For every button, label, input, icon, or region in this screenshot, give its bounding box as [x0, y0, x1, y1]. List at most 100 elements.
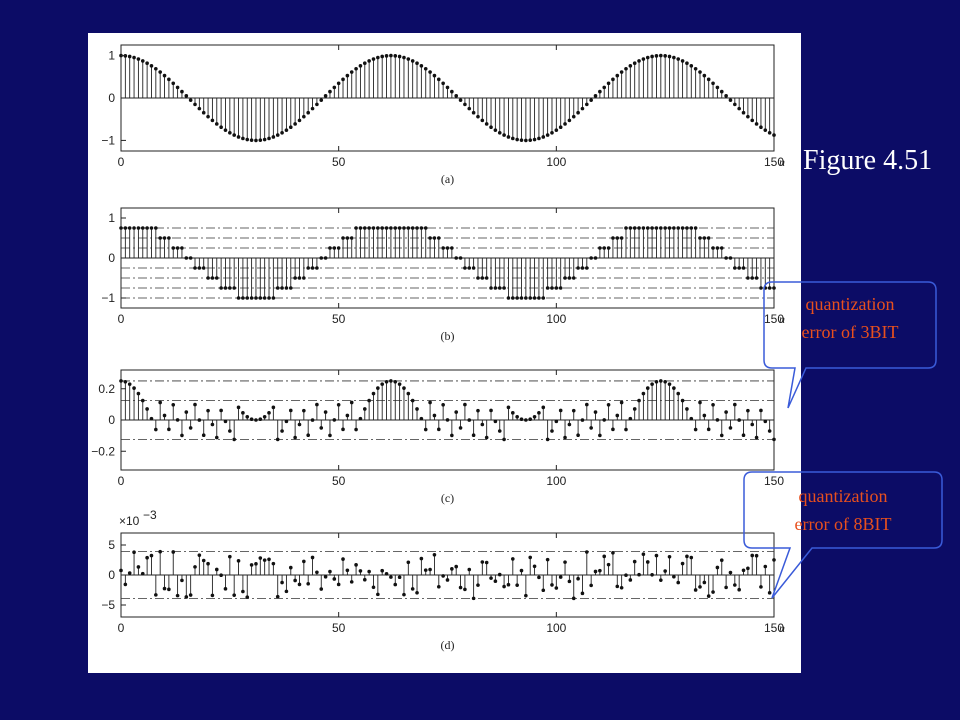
stem-marker	[376, 386, 380, 390]
stem-marker	[219, 125, 223, 130]
stem-marker	[667, 226, 672, 230]
stem-marker	[297, 118, 302, 123]
stem-marker	[746, 566, 750, 571]
stem-marker	[254, 562, 258, 566]
stem-marker	[219, 408, 223, 413]
stem-marker	[676, 391, 681, 396]
stem-marker	[711, 81, 715, 86]
stem-marker	[571, 408, 576, 413]
stem-marker	[284, 286, 289, 290]
stem-marker	[349, 400, 354, 405]
stem-marker	[680, 59, 685, 63]
stem-marker	[323, 256, 328, 260]
stem-marker	[563, 122, 567, 126]
stem-marker	[332, 85, 337, 90]
stem-marker	[432, 413, 437, 418]
stem-marker	[689, 555, 694, 560]
stem-marker	[275, 594, 280, 599]
stem-marker	[149, 416, 154, 421]
stem-marker	[415, 61, 419, 65]
stem-marker	[328, 569, 332, 574]
stem-marker	[349, 580, 354, 584]
stem-marker	[450, 89, 454, 94]
stem-marker	[493, 579, 498, 584]
stem-marker	[214, 122, 219, 126]
stem-marker	[349, 70, 354, 74]
stem-marker	[267, 557, 271, 562]
stem-marker	[580, 266, 585, 270]
stem-marker	[275, 286, 280, 290]
stem-marker	[310, 418, 315, 422]
stem-marker	[410, 587, 415, 591]
stem-marker	[463, 102, 467, 107]
stem-marker	[759, 125, 763, 130]
stem-marker	[267, 136, 271, 141]
stem-marker	[123, 582, 128, 587]
stem-marker	[432, 73, 437, 78]
stem-marker	[241, 589, 245, 594]
stem-marker	[750, 422, 755, 427]
stem-marker	[249, 417, 254, 421]
stem-marker	[706, 427, 711, 432]
stem-marker	[497, 429, 502, 433]
xtick-label: 100	[546, 474, 566, 488]
stem-marker	[728, 256, 733, 260]
stem-marker	[615, 73, 620, 78]
stem-marker	[606, 562, 611, 567]
stem-marker	[754, 553, 759, 558]
stem-marker	[632, 226, 637, 230]
stem-marker	[576, 266, 580, 270]
stem-marker	[258, 417, 263, 421]
stem-marker	[576, 433, 580, 438]
stem-marker	[384, 379, 389, 384]
stem-marker	[611, 427, 615, 432]
stem-marker	[136, 565, 141, 569]
stem-marker	[145, 61, 149, 65]
stem-marker	[380, 226, 385, 230]
stem-marker	[262, 415, 267, 419]
stem-marker	[328, 433, 332, 438]
stem-marker	[302, 559, 306, 564]
stem-marker	[193, 266, 197, 270]
stem-marker	[323, 574, 328, 579]
stem-marker	[136, 57, 141, 61]
stem-marker	[445, 246, 450, 250]
stem-marker	[236, 405, 241, 410]
stem-marker	[445, 85, 450, 90]
stem-marker	[175, 85, 180, 90]
stem-marker	[719, 246, 724, 250]
stem-marker	[476, 408, 480, 413]
stem-marker	[262, 558, 267, 562]
stem-marker	[593, 94, 598, 98]
stem-marker	[550, 583, 554, 587]
stem-marker	[715, 565, 720, 570]
stem-marker	[154, 226, 158, 230]
stem-marker	[654, 379, 659, 384]
stem-marker	[685, 61, 689, 65]
stem-marker	[563, 276, 567, 280]
stem-marker	[249, 138, 254, 142]
stem-marker	[619, 70, 624, 74]
stem-marker	[332, 577, 337, 581]
stem-marker	[632, 61, 637, 65]
stem-marker	[467, 418, 472, 422]
stem-marker	[245, 415, 250, 419]
stem-marker	[254, 296, 258, 300]
stem-marker	[532, 296, 537, 300]
stem-marker	[471, 596, 476, 601]
stem-marker	[585, 266, 589, 270]
stem-marker	[328, 246, 332, 250]
stem-marker	[702, 580, 707, 585]
stem-marker	[663, 569, 667, 573]
stem-marker	[502, 437, 506, 442]
stem-marker	[406, 57, 411, 61]
stem-marker	[341, 236, 345, 240]
stem-marker	[654, 553, 659, 558]
stem-marker	[245, 595, 250, 599]
stem-marker	[772, 558, 776, 562]
stem-marker	[537, 136, 541, 141]
stem-marker	[184, 94, 189, 98]
stem-marker	[641, 552, 646, 557]
stem-marker	[489, 408, 493, 413]
stem-marker	[645, 226, 650, 230]
